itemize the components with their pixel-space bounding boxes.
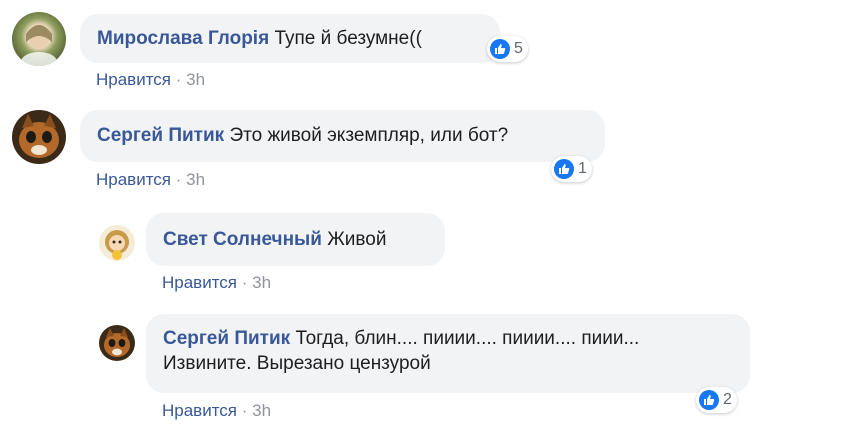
comment-bubble: Сергей Питик Тогда, блин.... пииии.... п…: [146, 314, 750, 393]
comment-author[interactable]: Сергей Питик: [163, 328, 290, 349]
comment-actions: Нравится · 3h: [162, 401, 271, 421]
comment-line: Сергей Питик Тогда, блин.... пииии.... п…: [163, 326, 750, 351]
reply: Сергей Питик Тогда, блин.... пииии.... п…: [0, 0, 849, 433]
avatar[interactable]: [99, 325, 135, 361]
comment-text-line2: Извините. Вырезано цензурой: [163, 353, 431, 374]
timestamp[interactable]: 3h: [252, 401, 271, 420]
comment-text: Тогда, блин.... пииии.... пииии.... пиии…: [295, 328, 640, 349]
like-icon: [699, 390, 719, 410]
reaction-count[interactable]: 2: [696, 387, 737, 413]
like-count: 2: [723, 391, 732, 408]
separator-dot: ·: [241, 401, 248, 420]
like-link[interactable]: Нравится: [162, 401, 237, 420]
avatar-image: [104, 328, 130, 357]
